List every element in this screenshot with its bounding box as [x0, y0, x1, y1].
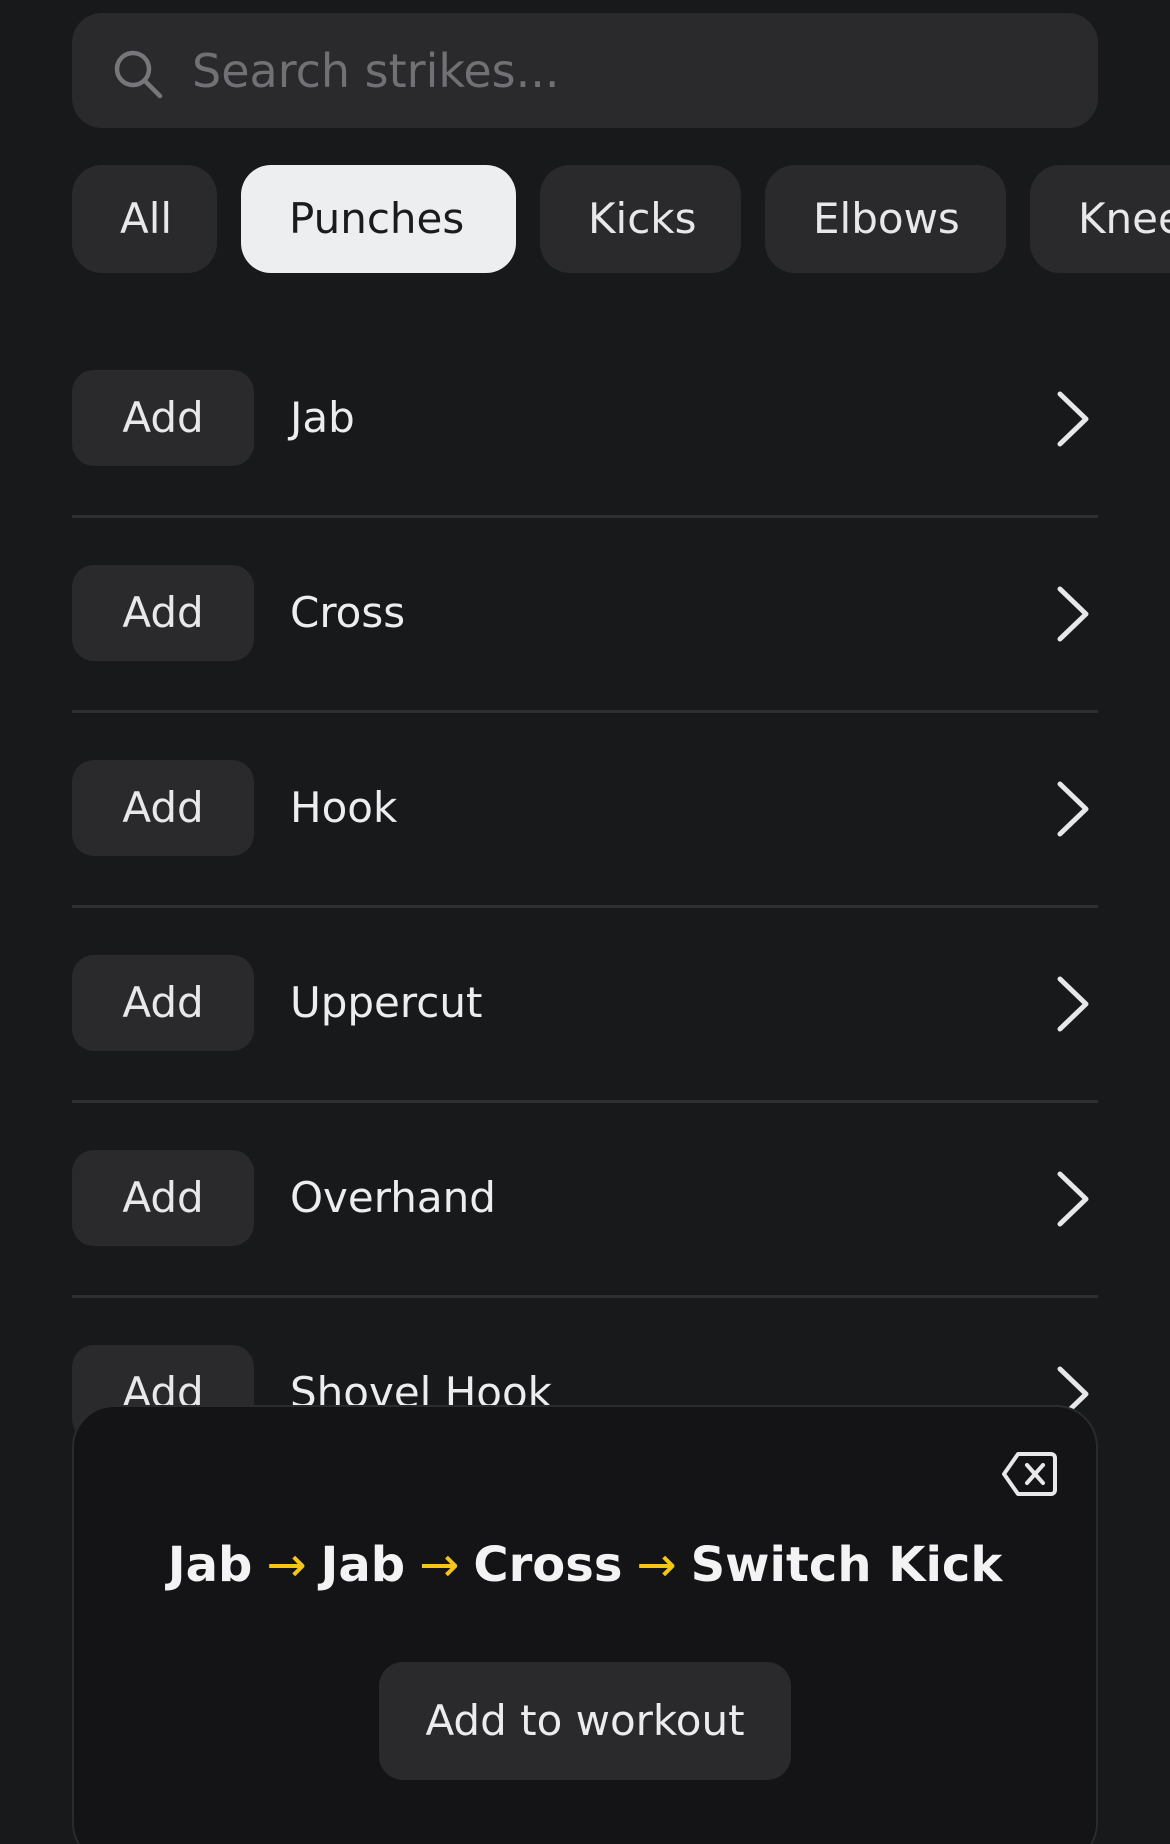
filter-chip-all[interactable]: All: [72, 165, 217, 273]
filter-chip-knees[interactable]: Knees: [1030, 165, 1170, 273]
add-strike-button[interactable]: Add: [72, 760, 254, 856]
combo-builder-panel: Jab → Jab → Cross → Switch Kick Add to workout: [72, 1405, 1098, 1844]
combo-step: Cross: [473, 1537, 623, 1593]
strike-row-jab[interactable]: Add Jab: [72, 322, 1098, 518]
add-strike-button[interactable]: Add: [72, 1150, 254, 1246]
chevron-right-icon[interactable]: [1052, 585, 1092, 643]
combo-step: Switch Kick: [690, 1537, 1003, 1593]
sequence-arrow: →: [419, 1537, 460, 1593]
filter-chip-bar: All Punches Kicks Elbows Knees: [72, 165, 1170, 273]
combo-step: Jab: [320, 1537, 406, 1593]
filter-chip-punches[interactable]: Punches: [241, 165, 516, 273]
strike-row-hook[interactable]: Add Hook: [72, 712, 1098, 908]
strike-name: Overhand: [290, 1173, 496, 1222]
strike-name: Hook: [290, 783, 398, 832]
strike-name: Cross: [290, 588, 406, 637]
add-to-workout-button[interactable]: Add to workout: [379, 1662, 791, 1780]
strike-name: Jab: [290, 393, 355, 442]
search-input[interactable]: [192, 33, 1072, 108]
combo-step: Jab: [167, 1537, 253, 1593]
filter-chip-kicks[interactable]: Kicks: [540, 165, 741, 273]
sequence-arrow: →: [636, 1537, 677, 1593]
strike-row-cross[interactable]: Add Cross: [72, 517, 1098, 713]
backspace-icon[interactable]: [1001, 1451, 1057, 1497]
combo-sequence: Jab → Jab → Cross → Switch Kick: [74, 1537, 1096, 1593]
search-bar[interactable]: [72, 13, 1098, 128]
strike-picker-screen: All Punches Kicks Elbows Knees Add Jab A…: [0, 0, 1170, 1844]
filter-chip-elbows[interactable]: Elbows: [765, 165, 1006, 273]
chevron-right-icon[interactable]: [1052, 390, 1092, 448]
add-strike-button[interactable]: Add: [72, 955, 254, 1051]
add-strike-button[interactable]: Add: [72, 370, 254, 466]
strike-name: Uppercut: [290, 978, 483, 1027]
sequence-arrow: →: [266, 1537, 307, 1593]
search-icon: [114, 50, 163, 99]
chevron-right-icon[interactable]: [1052, 1170, 1092, 1228]
strike-row-overhand[interactable]: Add Overhand: [72, 1102, 1098, 1298]
add-strike-button[interactable]: Add: [72, 565, 254, 661]
chevron-right-icon[interactable]: [1052, 780, 1092, 838]
chevron-right-icon[interactable]: [1052, 975, 1092, 1033]
strike-row-uppercut[interactable]: Add Uppercut: [72, 907, 1098, 1103]
